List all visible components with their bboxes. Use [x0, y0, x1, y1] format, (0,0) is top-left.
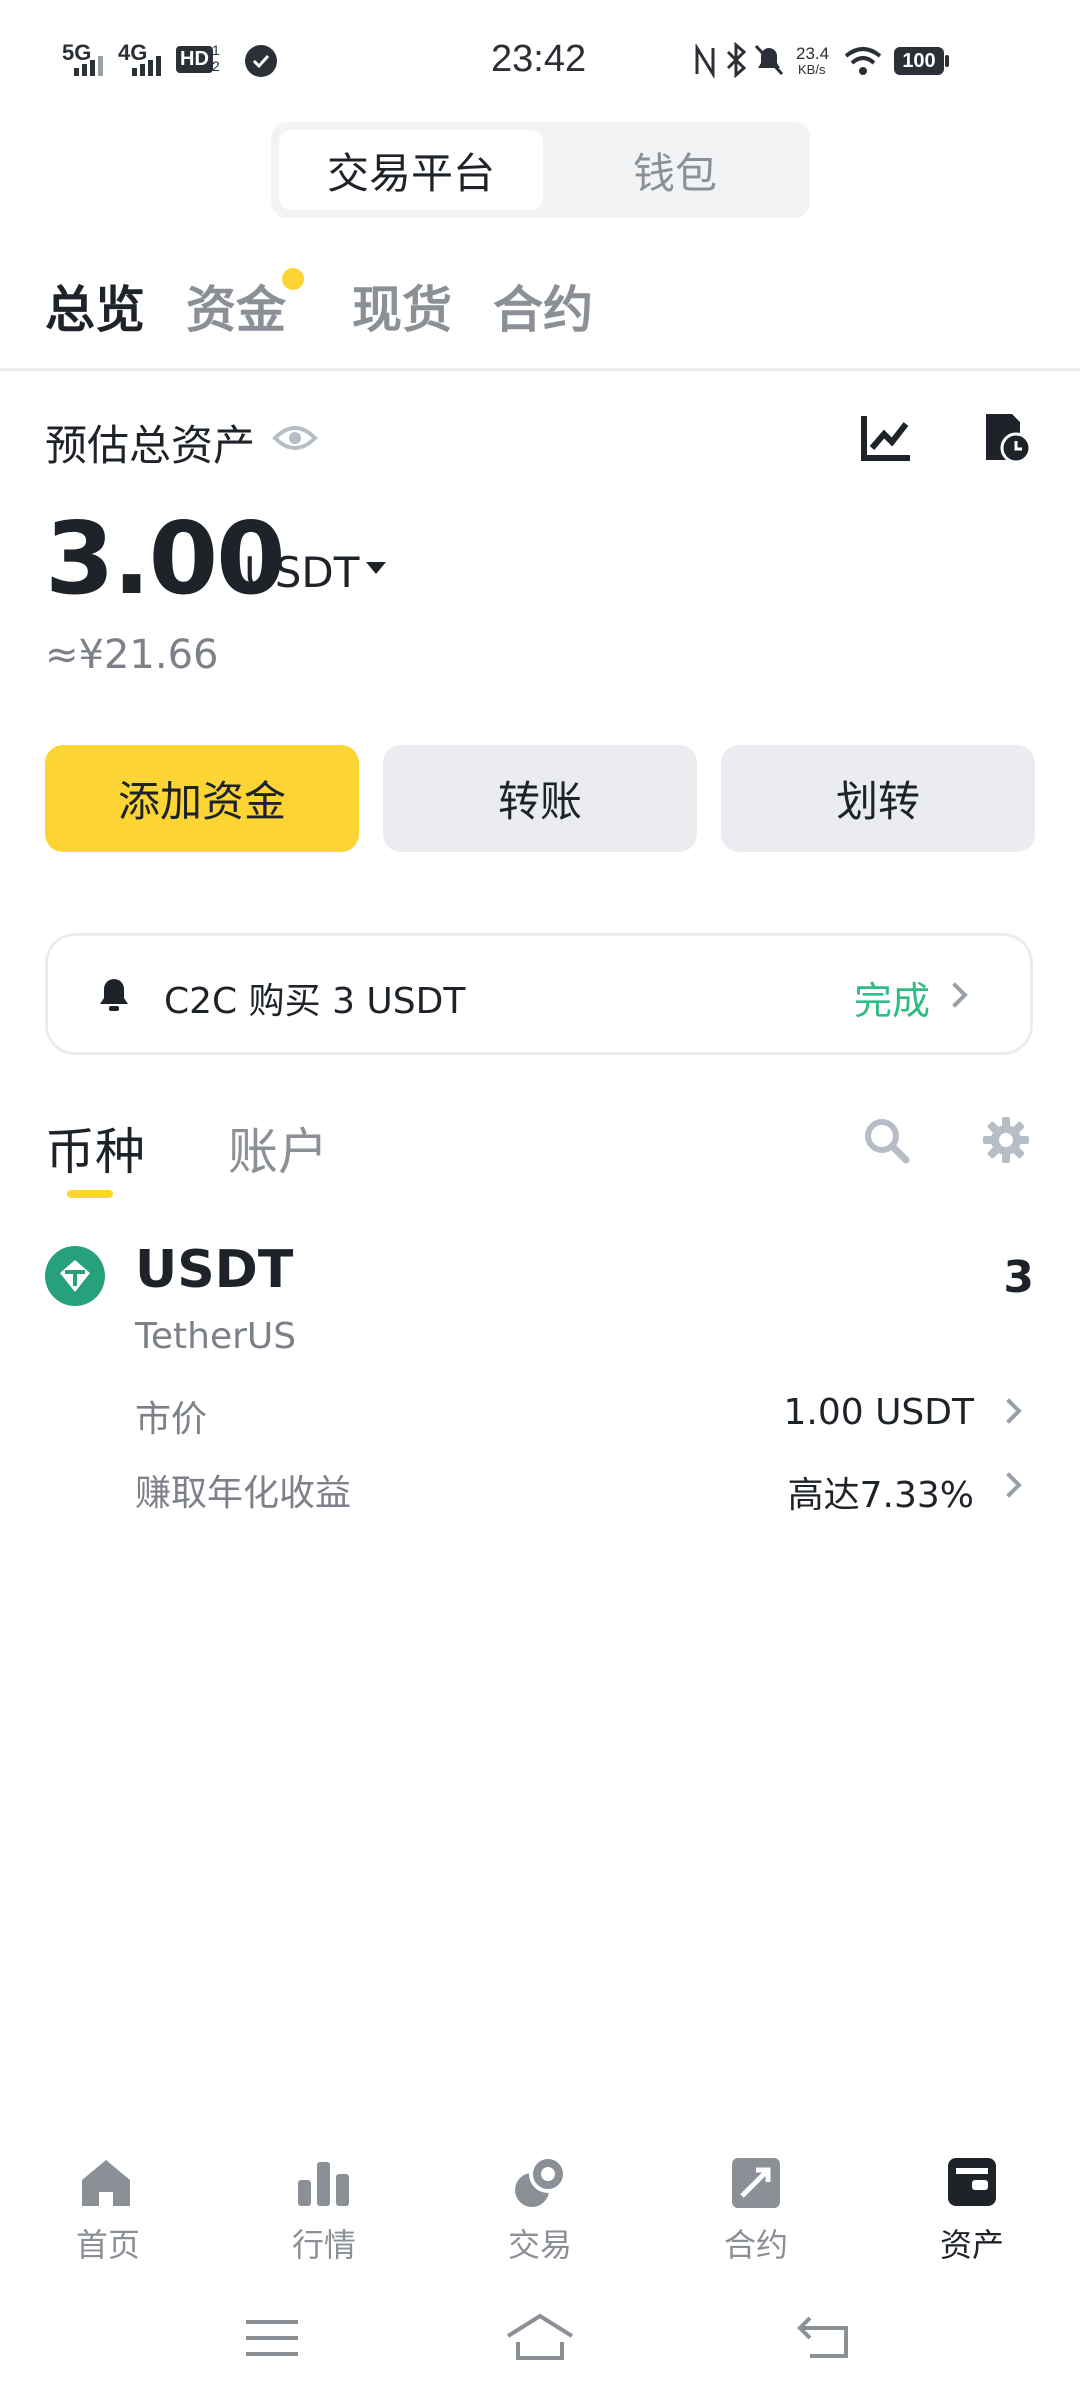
- market-price-label: 市价: [135, 1399, 208, 1440]
- wallet-icon: [948, 2158, 996, 2206]
- platform-switch: 交易平台 钱包: [271, 122, 810, 218]
- earn-value[interactable]: 高达7.33%: [788, 1466, 974, 1518]
- chevron-right-icon[interactable]: [996, 1398, 1022, 1424]
- hd-sub: 1 2: [212, 42, 220, 74]
- nav-home-label: 首页: [75, 2226, 140, 2264]
- nav-trade-label: 交易: [507, 2226, 572, 2264]
- history-icon[interactable]: [982, 410, 1032, 464]
- coin-symbol: USDT: [135, 1240, 294, 1300]
- c2c-notice[interactable]: C2C 购买 3 USDT 完成: [45, 933, 1033, 1055]
- eye-icon[interactable]: [272, 420, 318, 456]
- notification-dot: [282, 268, 304, 290]
- notice-status: 完成: [853, 979, 930, 1023]
- home-icon: [82, 2160, 130, 2206]
- bell-icon: [100, 979, 128, 1011]
- tab-funding[interactable]: 资金: [186, 270, 286, 342]
- status-bar: 5G 4G HD 1 2 23:42 23.4 KB/s 100: [0, 0, 1080, 120]
- system-home-icon[interactable]: [504, 2312, 576, 2362]
- market-icon: [298, 2162, 349, 2206]
- wifi-icon: [844, 47, 882, 75]
- notice-text: C2C 购买 3 USDT: [164, 981, 466, 1022]
- battery-level: 100: [902, 50, 936, 72]
- futures-icon: [732, 2158, 780, 2208]
- clock: 23:42: [491, 38, 587, 80]
- balance-approx: ≈¥21.66: [45, 632, 219, 678]
- coin-name: TetherUS: [135, 1316, 297, 1357]
- usdt-logo-icon: [45, 1246, 105, 1306]
- exchange-tab[interactable]: 交易平台: [279, 130, 543, 210]
- signal-icon-2: [132, 56, 161, 76]
- chevron-right-icon: [942, 982, 968, 1008]
- transfer-button[interactable]: 转账: [383, 745, 697, 852]
- nav-market-label: 行情: [291, 2226, 356, 2264]
- wallet-tab[interactable]: 钱包: [543, 130, 807, 210]
- earn-label: 赚取年化收益: [135, 1473, 352, 1514]
- bluetooth-icon: [726, 42, 747, 78]
- tabs-divider: [0, 368, 1080, 371]
- chevron-right-icon[interactable]: [996, 1472, 1022, 1498]
- chevron-down-icon[interactable]: [366, 562, 386, 574]
- nav-futures-label: 合约: [723, 2226, 788, 2264]
- battery-icon: 100: [894, 47, 944, 75]
- balance-unit[interactable]: USDT: [244, 548, 359, 597]
- net-speed-unit: KB/s: [798, 62, 826, 77]
- net-speed: 23.4: [796, 44, 830, 63]
- search-icon[interactable]: [862, 1116, 910, 1164]
- chart-icon[interactable]: [860, 412, 912, 462]
- menu-icon[interactable]: [244, 2316, 300, 2360]
- back-icon[interactable]: [796, 2314, 852, 2360]
- move-button[interactable]: 划转: [721, 745, 1035, 852]
- tab-coin[interactable]: 币种: [45, 1112, 145, 1184]
- tab-spot[interactable]: 现货: [352, 270, 452, 342]
- coin-amount: 3: [1003, 1252, 1034, 1303]
- active-tab-indicator: [67, 1190, 113, 1198]
- market-price-value[interactable]: 1.00 USDT: [783, 1392, 974, 1433]
- nfc-icon: [695, 44, 715, 78]
- nav-assets-label: 资产: [939, 2226, 1004, 2264]
- estimated-balance-label: 预估总资产: [45, 421, 256, 470]
- tab-futures[interactable]: 合约: [493, 270, 593, 342]
- battery-tip: [945, 55, 949, 67]
- signal-icon: [74, 56, 103, 76]
- tab-account[interactable]: 账户: [228, 1112, 328, 1184]
- trade-icon: [515, 2156, 567, 2207]
- add-funds-button[interactable]: 添加资金: [45, 745, 359, 852]
- hd-badge: HD: [176, 46, 213, 73]
- mute-bell-icon: [754, 44, 784, 76]
- check-circle-icon: [245, 45, 277, 77]
- gear-icon[interactable]: [982, 1116, 1030, 1164]
- tab-overview[interactable]: 总览: [45, 270, 145, 342]
